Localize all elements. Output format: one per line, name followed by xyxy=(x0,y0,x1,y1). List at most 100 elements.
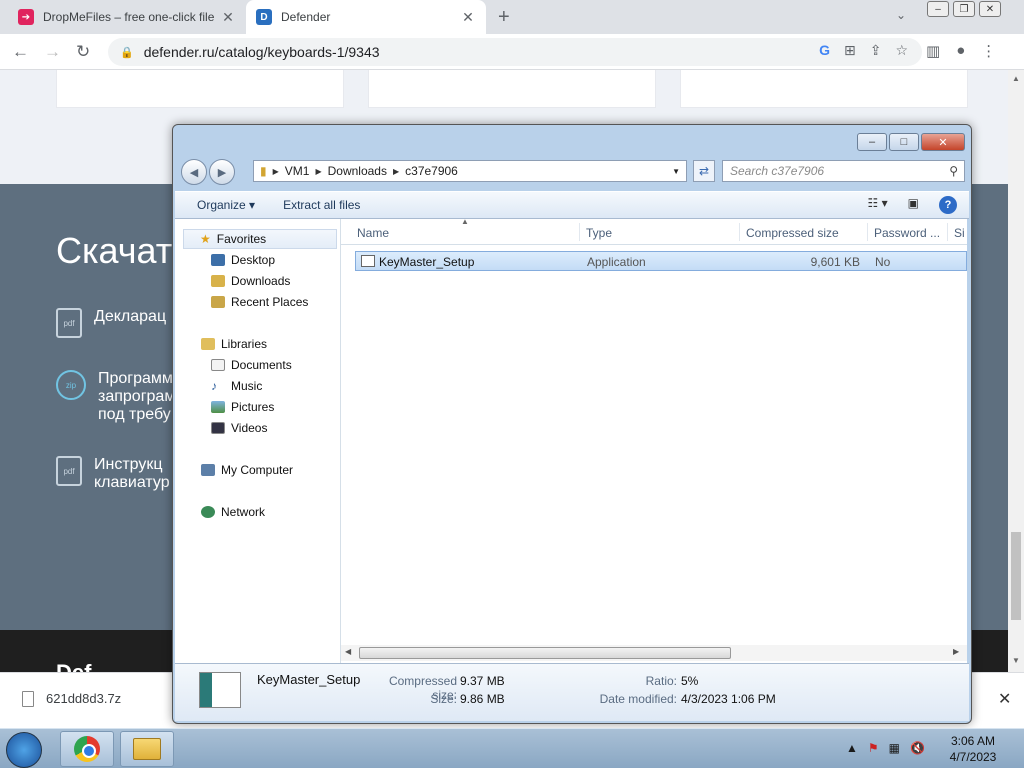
nav-music[interactable]: ♪ Music xyxy=(211,379,262,393)
product-card[interactable] xyxy=(56,70,344,108)
details-compressed-value: 9.37 MB xyxy=(460,674,505,688)
product-card[interactable] xyxy=(368,70,656,108)
col-password[interactable]: Password ... xyxy=(874,226,940,240)
restore-button[interactable]: ❐ xyxy=(953,1,975,17)
music-icon: ♪ xyxy=(211,379,217,393)
download-item[interactable]: zip Программ запрограм под требу xyxy=(56,370,175,424)
details-ratio-label: Ratio: xyxy=(645,674,677,688)
nav-favorites[interactable]: ★ Favorites xyxy=(183,229,337,249)
horizontal-scroll-thumb[interactable] xyxy=(359,647,731,659)
breadcrumb-vm1[interactable]: VM1 xyxy=(285,164,310,178)
details-ratio-value: 5% xyxy=(681,674,699,688)
menu-icon[interactable]: ⋮ xyxy=(981,42,996,60)
explorer-address-bar[interactable]: ▮ ▶ VM1 ▶ Downloads ▶ c37e7906 ▼ xyxy=(253,160,687,182)
downloads-folder-icon xyxy=(211,275,225,287)
nav-network[interactable]: Network xyxy=(201,505,265,519)
start-button[interactable] xyxy=(6,732,42,768)
share-icon[interactable]: ⇪ xyxy=(870,42,882,59)
horizontal-scrollbar[interactable]: ◀ ▶ xyxy=(341,645,967,661)
action-center-icon[interactable]: ⚑ xyxy=(868,741,879,755)
download-item[interactable]: pdf Инструкц клавиатур xyxy=(56,456,170,492)
preview-pane-icon[interactable]: ▣ xyxy=(908,196,919,214)
explorer-minimize-button[interactable]: – xyxy=(857,133,887,151)
view-options-icon[interactable]: ☷ ▾ xyxy=(868,196,888,214)
scroll-left-icon[interactable]: ◀ xyxy=(345,647,351,656)
search-icon[interactable]: ⚲ xyxy=(949,164,958,178)
forward-icon[interactable]: → xyxy=(44,42,61,62)
minimize-button[interactable]: – xyxy=(927,1,949,17)
tab-defender[interactable]: D Defender ✕ xyxy=(246,0,486,34)
show-hidden-icons-icon[interactable]: ▲ xyxy=(846,741,858,755)
explorer-forward-icon[interactable]: ▶ xyxy=(209,159,235,185)
close-window-button[interactable]: ✕ xyxy=(979,1,1001,17)
command-bar: Organize ▾ Extract all files ☷ ▾ ▣ ? xyxy=(175,191,969,219)
scroll-up-icon[interactable]: ▲ xyxy=(1012,74,1020,83)
nav-label: Downloads xyxy=(231,274,291,288)
volume-muted-icon[interactable]: 🔇 xyxy=(910,741,925,755)
col-compressed-size[interactable]: Compressed size xyxy=(746,226,839,240)
product-card[interactable] xyxy=(680,70,968,108)
nav-downloads[interactable]: Downloads xyxy=(211,274,290,288)
tab-dropmefiles[interactable]: ➔ DropMeFiles – free one-click file ✕ xyxy=(8,0,246,34)
breadcrumb-arrow-icon[interactable]: ▶ xyxy=(315,167,321,176)
scroll-right-icon[interactable]: ▶ xyxy=(953,647,959,656)
breadcrumb-arrow-icon[interactable]: ▶ xyxy=(273,167,279,176)
translate-icon[interactable]: ⊞ xyxy=(844,42,856,59)
refresh-icon[interactable]: ⇄ xyxy=(693,160,715,182)
new-tab-button[interactable]: + xyxy=(498,6,510,29)
videos-icon xyxy=(211,422,225,434)
explorer-close-button[interactable]: ✕ xyxy=(921,133,965,151)
nav-label: Music xyxy=(231,379,263,393)
close-tab-icon[interactable]: ✕ xyxy=(460,9,476,26)
breadcrumb-downloads[interactable]: Downloads xyxy=(328,164,387,178)
nav-libraries[interactable]: Libraries xyxy=(201,337,267,351)
file-name: KeyMaster_Setup xyxy=(379,255,475,269)
nav-videos[interactable]: Videos xyxy=(211,421,267,435)
col-type[interactable]: Type xyxy=(586,226,612,240)
file-row-selected[interactable]: KeyMaster_Setup Application 9,601 KB No xyxy=(355,251,967,271)
network-tray-icon[interactable]: ▦ xyxy=(889,741,900,755)
breadcrumb-arrow-icon[interactable]: ▶ xyxy=(393,167,399,176)
nav-my-computer[interactable]: My Computer xyxy=(201,463,293,477)
taskbar-chrome-button[interactable] xyxy=(60,731,114,767)
recent-places-icon xyxy=(211,296,225,308)
nav-recent-places[interactable]: Recent Places xyxy=(211,295,308,309)
nav-label: Recent Places xyxy=(231,295,309,309)
back-icon[interactable]: ← xyxy=(12,42,29,62)
organize-button[interactable]: Organize ▾ xyxy=(187,198,265,212)
extract-all-button[interactable]: Extract all files xyxy=(273,198,370,212)
clock-time: 3:06 AM xyxy=(950,734,996,748)
reload-icon[interactable]: ↻ xyxy=(76,42,90,62)
close-downloads-bar-icon[interactable]: ✕ xyxy=(998,689,1011,709)
download-file-item[interactable]: 621dd8d3.7z xyxy=(22,691,121,707)
nav-documents[interactable]: Documents xyxy=(211,358,292,372)
taskbar-explorer-button[interactable] xyxy=(120,731,174,767)
address-bar[interactable]: 🔒 defender.ru/catalog/keyboards-1/9343 G… xyxy=(108,38,922,66)
explorer-search-input[interactable]: Search c37e7906 ⚲ xyxy=(722,160,965,182)
close-tab-icon[interactable]: ✕ xyxy=(220,9,236,26)
clock[interactable]: 3:06 AM 4/7/2023 xyxy=(938,733,1008,765)
folder-icon: ▮ xyxy=(260,164,267,178)
side-panel-icon[interactable]: ▥ xyxy=(926,42,940,60)
pdf-icon: pdf xyxy=(56,456,82,486)
address-dropdown-icon[interactable]: ▼ xyxy=(672,167,680,176)
col-name[interactable]: Name xyxy=(357,226,389,240)
page-scrollbar[interactable]: ▲ ▼ xyxy=(1008,70,1024,690)
explorer-back-icon[interactable]: ◀ xyxy=(181,159,207,185)
tab-search-icon[interactable]: ⌄ xyxy=(896,8,906,22)
profile-icon[interactable]: ● xyxy=(956,42,965,60)
nav-pictures[interactable]: Pictures xyxy=(211,400,274,414)
scroll-thumb[interactable] xyxy=(1011,532,1021,620)
section-heading: Скачат xyxy=(56,230,173,271)
bookmark-star-icon[interactable]: ☆ xyxy=(895,42,908,59)
explorer-maximize-button[interactable]: □ xyxy=(889,133,919,151)
scroll-down-icon[interactable]: ▼ xyxy=(1012,656,1020,665)
help-icon[interactable]: ? xyxy=(939,196,957,214)
nav-buttons: ◀ ▶ xyxy=(181,159,235,185)
col-size[interactable]: Si xyxy=(954,226,965,240)
download-item[interactable]: pdf Декларац xyxy=(56,308,166,338)
google-icon[interactable]: G xyxy=(819,42,830,59)
nav-desktop[interactable]: Desktop xyxy=(211,253,275,267)
breadcrumb-current[interactable]: c37e7906 xyxy=(405,164,458,178)
details-size-value: 9.86 MB xyxy=(460,692,505,706)
